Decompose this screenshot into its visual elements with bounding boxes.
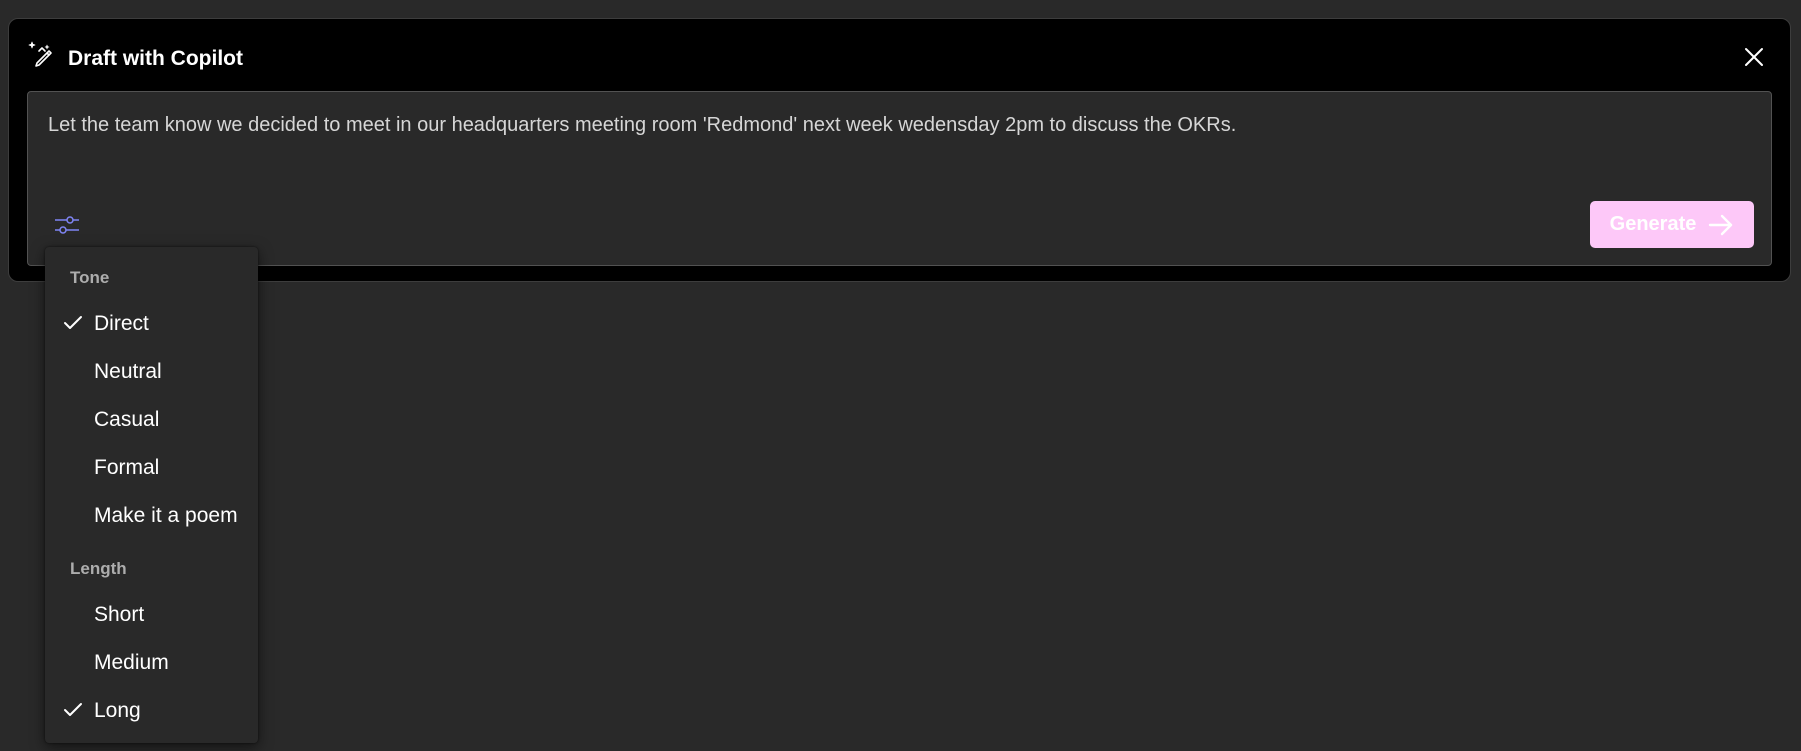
menu-item-short[interactable]: Short [45, 593, 258, 637]
sliders-icon[interactable] [52, 210, 82, 240]
generate-label: Generate [1609, 213, 1697, 235]
menu-item-label: Short [94, 603, 145, 626]
menu-item-neutral[interactable]: Neutral [45, 350, 258, 394]
checkmark-icon [63, 701, 83, 719]
checkmark-icon [63, 314, 83, 332]
menu-item-long[interactable]: Long [45, 689, 258, 733]
menu-item-formal[interactable]: Formal [45, 446, 258, 490]
prompt-input-box[interactable]: Let the team know we decided to meet in … [27, 91, 1772, 266]
prompt-text[interactable]: Let the team know we decided to meet in … [48, 112, 1751, 138]
dialog-title: Draft with Copilot [68, 47, 243, 70]
tone-length-menu: Tone Direct Neutral Casual Formal Make i… [45, 247, 258, 743]
dialog-header: Draft with Copilot [9, 19, 1790, 91]
menu-item-label: Direct [94, 312, 149, 335]
menu-item-casual[interactable]: Casual [45, 398, 258, 442]
menu-item-make-it-a-poem[interactable]: Make it a poem [45, 494, 258, 538]
length-header: Length [70, 559, 127, 578]
menu-item-label: Medium [94, 651, 169, 674]
menu-item-label: Formal [94, 456, 160, 479]
close-icon[interactable] [1742, 45, 1766, 69]
menu-item-medium[interactable]: Medium [45, 641, 258, 685]
generate-button[interactable]: Generate [1590, 201, 1754, 248]
menu-item-label: Casual [94, 408, 160, 431]
copilot-pen-sparkle-icon [26, 39, 56, 69]
draft-with-copilot-dialog: Draft with Copilot Let the team know we … [8, 18, 1791, 282]
arrow-right-icon [1708, 214, 1734, 236]
menu-item-direct[interactable]: Direct [45, 302, 258, 346]
menu-item-label: Make it a poem [94, 504, 238, 527]
menu-item-label: Neutral [94, 360, 162, 383]
tone-header: Tone [70, 268, 110, 287]
menu-item-label: Long [94, 699, 141, 722]
